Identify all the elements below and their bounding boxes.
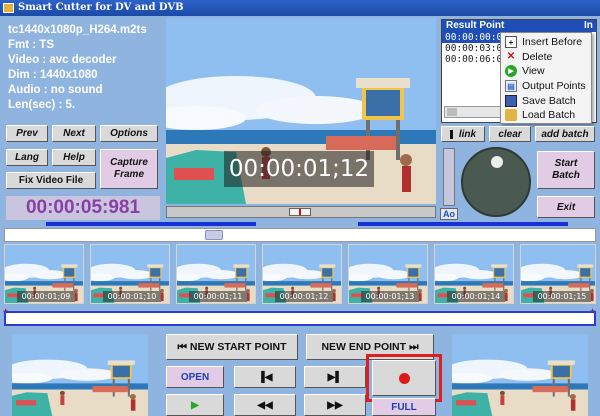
selection-range-right	[358, 222, 568, 226]
slider-handle[interactable]	[289, 208, 311, 216]
length-info: Len(sec) : 5.	[8, 99, 76, 111]
selection-range-left	[46, 222, 256, 226]
menu-item-load-batch[interactable]: Load Batch	[501, 108, 591, 123]
record-highlight-box	[366, 354, 442, 402]
thumbnail-strip: 00:00:01;09 00:00:01;10 00:00:01;11 00:0…	[4, 244, 596, 306]
exit-button[interactable]: Exit	[537, 196, 595, 218]
help-button[interactable]: Help	[52, 149, 96, 166]
play-button[interactable]: ▶	[166, 394, 224, 416]
insert-icon: +	[505, 36, 517, 49]
menu-item-output-points[interactable]: ▤ Output Points	[501, 79, 591, 94]
jog-dial[interactable]	[461, 147, 531, 217]
fast-forward-icon: ▶▶	[327, 399, 343, 411]
result-header-in: In	[584, 20, 593, 31]
result-row[interactable]: 00:00:00:0	[442, 32, 504, 43]
capture-frame-button[interactable]: Capture Frame	[100, 149, 158, 189]
link-button[interactable]: link	[441, 126, 485, 142]
thumbnail[interactable]: 00:00:01;14	[434, 244, 514, 304]
video-preview[interactable]: 00:00:01;12	[166, 18, 436, 204]
new-start-point-button[interactable]: ⏮ NEW START POINT	[166, 334, 298, 360]
prev-button[interactable]: Prev	[6, 125, 48, 142]
add-batch-button[interactable]: add batch	[535, 126, 595, 142]
thumbnail[interactable]: 00:00:01;13	[348, 244, 428, 304]
step-forward-icon: ▶▌	[327, 371, 343, 383]
end-point-preview	[452, 334, 588, 416]
context-menu: + Insert Before ✕ Delete ▶ View ▤ Output…	[500, 32, 592, 124]
menu-item-save-batch[interactable]: Save Batch	[501, 93, 591, 108]
timeline-track[interactable]	[4, 228, 596, 242]
step-forward-button[interactable]: ▶▌	[304, 366, 366, 388]
options-button[interactable]: Options	[100, 125, 158, 142]
step-back-button[interactable]: ▐◀	[234, 366, 296, 388]
volume-bar[interactable]	[443, 148, 455, 206]
video-position-slider[interactable]	[166, 206, 436, 218]
start-batch-button[interactable]: Start Batch	[537, 151, 595, 189]
output-icon: ▤	[505, 80, 517, 93]
timeline-handle[interactable]	[205, 230, 223, 240]
next-button[interactable]: Next	[52, 125, 96, 142]
thumbnail-time: 00:00:01;13	[361, 291, 419, 302]
thumbnail[interactable]: 00:00:01;15	[520, 244, 596, 304]
thumbnail-time: 00:00:01;15	[533, 291, 591, 302]
thumbnail-time: 00:00:01;10	[103, 291, 161, 302]
thumbnail-time: 00:00:01;11	[189, 291, 247, 302]
rewind-button[interactable]: ◀◀	[234, 394, 296, 416]
link-indicator-icon	[449, 129, 453, 139]
step-back-icon: ▐◀	[257, 371, 273, 383]
play-icon: ▶	[191, 399, 199, 411]
app-icon	[3, 3, 14, 13]
thumbnail[interactable]: 00:00:01;12	[262, 244, 342, 304]
thumbnail[interactable]: 00:00:01;09	[4, 244, 84, 304]
delete-icon: ✕	[506, 51, 516, 63]
thumbnail-time: 00:00:01;14	[447, 291, 505, 302]
result-list-scrollbar[interactable]	[444, 106, 504, 118]
rewind-icon: ◀◀	[257, 399, 273, 411]
full-button[interactable]: FULL	[372, 398, 436, 416]
video-timecode-overlay: 00:00:01;12	[224, 151, 374, 187]
result-list-header: Result Point In	[442, 20, 596, 32]
audio-info: Audio : no sound	[8, 84, 103, 96]
thumbnail[interactable]: 00:00:01;11	[176, 244, 256, 304]
jog-dial-handle[interactable]	[491, 156, 503, 168]
menu-item-insert-before[interactable]: + Insert Before	[501, 35, 591, 50]
load-icon	[505, 109, 517, 122]
open-button[interactable]: OPEN	[166, 366, 224, 388]
menu-item-delete[interactable]: ✕ Delete	[501, 50, 591, 65]
file-name: tc1440x1080p_H264.m2ts	[8, 24, 147, 36]
video-dimension: Dim : 1440x1080	[8, 69, 98, 81]
lang-button[interactable]: Lang	[6, 149, 48, 166]
app-window: Smart Cutter for DV and DVB tc1440x1080p…	[0, 0, 600, 416]
result-header-label: Result Point	[446, 20, 505, 31]
view-icon: ▶	[505, 65, 517, 78]
thumbnail[interactable]: 00:00:01;10	[90, 244, 170, 304]
scroll-thumb[interactable]	[447, 108, 457, 116]
start-point-preview	[12, 334, 148, 416]
end-marker-icon: ⏭	[409, 340, 419, 353]
ao-toggle[interactable]: Ao	[440, 208, 458, 220]
title-bar: Smart Cutter for DV and DVB	[0, 0, 600, 16]
fix-video-file-button[interactable]: Fix Video File	[6, 172, 96, 189]
video-codec: Video : avc decoder	[8, 54, 117, 66]
menu-item-view[interactable]: ▶ View	[501, 64, 591, 79]
save-icon	[505, 94, 517, 107]
thumbnail-time: 00:00:01;09	[17, 291, 75, 302]
file-info-panel: tc1440x1080p_H264.m2ts Fmt : TS Video : …	[4, 20, 162, 118]
start-marker-icon: ⏮	[177, 340, 187, 353]
file-format: Fmt : TS	[8, 39, 54, 51]
clear-button[interactable]: clear	[489, 126, 531, 142]
end-preview-image	[452, 334, 588, 416]
fast-forward-button[interactable]: ▶▶	[304, 394, 366, 416]
window-title: Smart Cutter for DV and DVB	[18, 2, 184, 13]
start-preview-image	[12, 334, 148, 416]
cut-range-track[interactable]	[4, 311, 596, 326]
thumbnail-time: 00:00:01;12	[275, 291, 333, 302]
current-time-display: 00:00:05:981	[6, 196, 160, 220]
